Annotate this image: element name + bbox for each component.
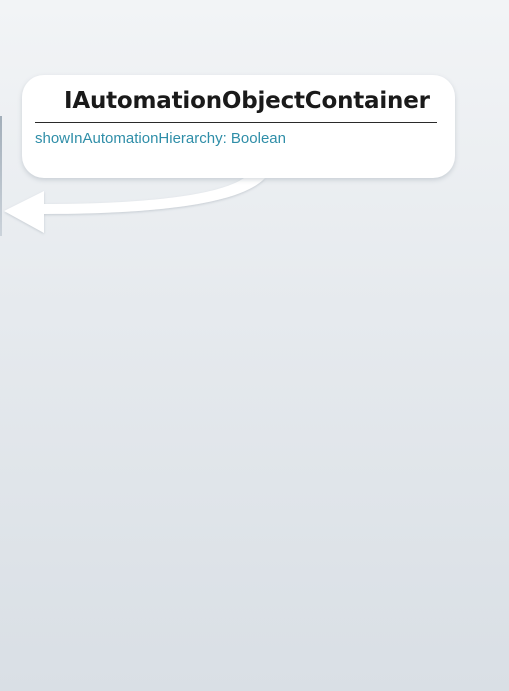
- arrow-curve: [4, 178, 265, 233]
- class-divider: [35, 122, 437, 123]
- class-box: IAutomationObjectContainer showInAutomat…: [22, 75, 455, 178]
- diagram-canvas: IAutomationObjectContainer showInAutomat…: [0, 0, 509, 691]
- left-edge-strip: [0, 116, 2, 236]
- class-title: IAutomationObjectContainer: [64, 88, 430, 114]
- class-property: showInAutomationHierarchy: Boolean: [35, 130, 286, 147]
